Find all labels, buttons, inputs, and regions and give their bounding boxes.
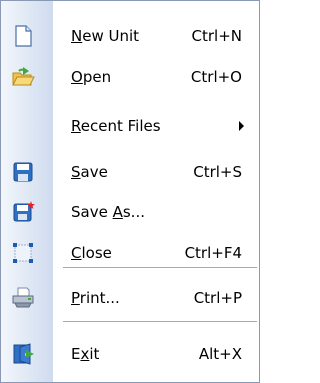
close-icon (11, 241, 35, 265)
menu-item-recent-files[interactable]: Recent Files (1, 105, 259, 146)
menu-item-print[interactable]: Print... Ctrl+P (1, 277, 259, 318)
save-as-icon (11, 200, 35, 224)
menu-item-save[interactable]: Save Ctrl+S (1, 151, 259, 192)
shortcut-label: Ctrl+P (193, 288, 242, 307)
submenu-arrow-icon (239, 120, 244, 131)
menu-separator-highlight (63, 322, 257, 323)
new-document-icon (11, 24, 35, 48)
menu-item-open[interactable]: Open Ctrl+O (1, 56, 259, 97)
menu-item-label: Close (71, 243, 112, 262)
menu-item-exit[interactable]: Exit Alt+X (1, 333, 259, 374)
shortcut-label: Ctrl+F4 (184, 243, 242, 262)
printer-icon (11, 286, 35, 310)
menu-item-label: Exit (71, 344, 100, 363)
open-folder-icon (11, 65, 35, 89)
shortcut-label: Alt+X (198, 344, 242, 363)
menu-item-label: Save (71, 162, 108, 181)
shortcut-label: Ctrl+S (193, 162, 242, 181)
menu-separator-highlight (63, 268, 257, 269)
menu-item-save-as[interactable]: Save As... (1, 191, 259, 232)
shortcut-label: Ctrl+N (191, 26, 242, 45)
menu-item-label: Print... (71, 288, 120, 307)
save-icon (11, 160, 35, 184)
menu-item-label: Recent Files (71, 116, 161, 135)
menu-item-label: New Unit (71, 26, 140, 45)
menu-item-label: Open (71, 67, 112, 86)
exit-icon (11, 342, 35, 366)
file-menu: New Unit Ctrl+N Open Ctrl+O Recent Files (0, 0, 260, 383)
shortcut-label: Ctrl+O (190, 67, 242, 86)
menu-item-label: Save As... (71, 202, 145, 221)
menu-item-new-unit[interactable]: New Unit Ctrl+N (1, 15, 259, 56)
